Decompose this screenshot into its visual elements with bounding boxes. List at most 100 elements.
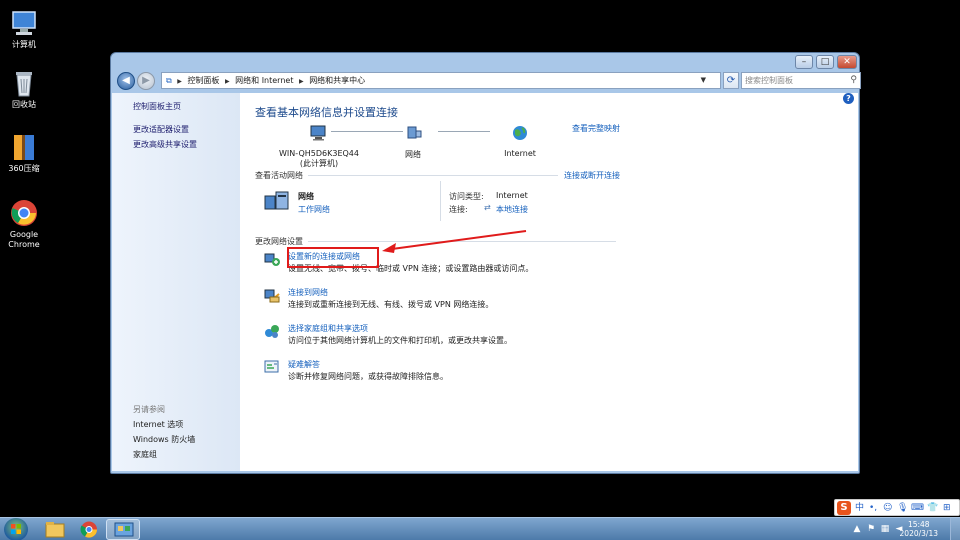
connect-network-icon — [264, 287, 280, 303]
desktop-icon-360zip[interactable]: 360压缩 — [2, 132, 46, 174]
microphone-icon[interactable]: 🎙 — [897, 502, 908, 514]
sidebar-item-control-panel-home[interactable]: 控制面板主页 — [133, 101, 181, 112]
control-panel-icon — [114, 522, 134, 537]
sidebar: 控制面板主页 更改适配器设置 更改高级共享设置 另请参阅 Internet 选项… — [112, 93, 240, 471]
globe-icon — [510, 125, 530, 141]
start-button[interactable] — [4, 518, 28, 540]
chevron-right-icon: ▶ — [224, 78, 230, 85]
map-connector-line — [438, 131, 490, 132]
breadcrumb-network-internet[interactable]: 网络和 Internet — [235, 76, 293, 85]
network-sharing-center-window: – □ ✕ ◀ ▶ ⧉ ▶ 控制面板 ▶ 网络和 Internet ▶ 网络和共… — [110, 52, 861, 474]
tray-arrow-icon[interactable]: ▲ — [852, 524, 862, 534]
ime-punctuation-toggle[interactable]: •, — [869, 502, 877, 514]
computer-sub-label: (此计算机) — [299, 159, 339, 168]
taskbar: ▲ ⚑ ▦ ◄ 15:48 2020/3/13 — [0, 517, 960, 540]
network-status-icon[interactable]: ▦ — [880, 524, 890, 534]
folder-icon — [45, 522, 65, 538]
minimize-button[interactable]: – — [795, 55, 813, 69]
desktop-icon-label: Google Chrome — [8, 230, 40, 249]
desktop: 计算机 回收站 360压缩 Google Chrome – □ ✕ ◀ ▶ ⧉ … — [0, 0, 960, 540]
refresh-icon: ⟳ — [726, 75, 736, 86]
taskbar-explorer[interactable] — [38, 519, 72, 540]
homegroup-icon — [264, 323, 280, 339]
troubleshoot-icon — [264, 359, 280, 375]
search-input[interactable]: 搜索控制面板 ⚲ — [741, 72, 861, 89]
flag-icon[interactable]: ⚑ — [866, 524, 876, 534]
chrome-icon — [80, 521, 98, 538]
computer-icon — [9, 8, 39, 38]
ime-language-toggle[interactable]: 中 — [855, 502, 864, 514]
refresh-button[interactable]: ⟳ — [723, 72, 739, 89]
chrome-icon — [9, 198, 39, 228]
ethernet-icon: ⇄ — [484, 203, 491, 212]
help-icon[interactable]: ? — [843, 93, 854, 104]
new-connection-icon — [264, 251, 280, 267]
desktop-icon-chrome[interactable]: Google Chrome — [2, 198, 46, 250]
sidebar-item-homegroup[interactable]: 家庭组 — [133, 449, 157, 460]
archive-icon — [9, 132, 39, 162]
work-network-icon — [264, 190, 290, 212]
system-clock[interactable]: 15:48 2020/3/13 — [900, 520, 938, 538]
highlight-box — [287, 247, 379, 268]
desktop-icon-label: 360压缩 — [8, 164, 40, 173]
access-type-label: 访问类型: — [449, 192, 484, 201]
taskbar-chrome[interactable] — [72, 519, 106, 540]
navigation-bar: ◀ ▶ ⧉ ▶ 控制面板 ▶ 网络和 Internet ▶ 网络和共享中心 ▼ … — [115, 71, 861, 91]
sidebar-item-adapter-settings[interactable]: 更改适配器设置 — [133, 124, 189, 135]
sidebar-item-internet-options[interactable]: Internet 选项 — [133, 419, 183, 430]
chevron-right-icon: ▶ — [177, 78, 182, 85]
connection-label: 连接: — [449, 205, 468, 214]
forward-button[interactable]: ▶ — [137, 72, 155, 90]
active-networks-heading: 查看活动网络 — [255, 171, 303, 180]
emoji-icon[interactable]: ☺ — [883, 502, 892, 514]
task-title[interactable]: 疑难解答 — [288, 359, 320, 370]
task-description: 连接到或重新连接到无线、有线、拨号或 VPN 网络连接。 — [288, 300, 494, 309]
task-description: 访问位于其他网络计算机上的文件和打印机，或更改共享设置。 — [288, 336, 512, 345]
local-connection-link[interactable]: 本地连接 — [496, 204, 528, 215]
task-homegroup-sharing[interactable]: 选择家庭组和共享选项 访问位于其他网络计算机上的文件和打印机，或更改共享设置。 — [264, 323, 564, 347]
breadcrumb-network-sharing-center[interactable]: 网络和共享中心 — [309, 76, 365, 85]
keyboard-icon[interactable]: ⌨ — [911, 502, 924, 514]
task-title[interactable]: 选择家庭组和共享选项 — [288, 323, 368, 334]
annotation-arrow-icon — [382, 230, 527, 253]
recycle-bin-icon — [9, 68, 39, 98]
search-icon: ⚲ — [850, 75, 857, 85]
address-bar[interactable]: ⧉ ▶ 控制面板 ▶ 网络和 Internet ▶ 网络和共享中心 ▼ — [161, 72, 721, 89]
show-desktop-button[interactable] — [950, 518, 960, 540]
maximize-button[interactable]: □ — [816, 55, 834, 69]
connect-disconnect-link[interactable]: 连接或断开连接 — [564, 170, 620, 181]
chevron-down-icon[interactable]: ▼ — [701, 73, 706, 88]
page-title: 查看基本网络信息并设置连接 — [255, 106, 398, 119]
sidebar-item-advanced-sharing[interactable]: 更改高级共享设置 — [133, 139, 197, 150]
toolbox-icon[interactable]: ⊞ — [943, 502, 951, 514]
desktop-icon-label: 回收站 — [12, 100, 36, 109]
computer-icon — [309, 125, 329, 141]
ime-toolbar: S 中 •, ☺ 🎙 ⌨ 👕 ⊞ — [834, 499, 960, 516]
internet-label: Internet — [504, 149, 536, 158]
task-connect-to-network[interactable]: 连接到网络 连接到或重新连接到无线、有线、拨号或 VPN 网络连接。 — [264, 287, 564, 311]
network-icon — [403, 125, 423, 141]
network-folder-icon: ⧉ — [166, 76, 172, 85]
skin-icon[interactable]: 👕 — [927, 502, 938, 514]
desktop-icon-computer[interactable]: 计算机 — [2, 8, 46, 50]
view-full-map-link[interactable]: 查看完整映射 — [572, 123, 620, 134]
task-troubleshoot[interactable]: 疑难解答 诊断并修复网络问题，或获得故障排除信息。 — [264, 359, 564, 383]
section-divider — [308, 175, 558, 176]
breadcrumb-control-panel[interactable]: 控制面板 — [187, 76, 219, 85]
network-label: 网络 — [405, 150, 421, 159]
main-panel: ? 查看基本网络信息并设置连接 查看完整映射 WIN-QH5D6K3EQ44 (… — [240, 93, 858, 471]
window-content: 控制面板主页 更改适配器设置 更改高级共享设置 另请参阅 Internet 选项… — [112, 93, 858, 471]
search-placeholder: 搜索控制面板 — [745, 76, 793, 85]
network-type-link[interactable]: 工作网络 — [298, 204, 330, 215]
see-also-heading: 另请参阅 — [133, 405, 165, 414]
desktop-icon-label: 计算机 — [12, 40, 36, 49]
desktop-icon-recycle-bin[interactable]: 回收站 — [2, 68, 46, 110]
access-type-value: Internet — [496, 191, 528, 200]
task-description: 诊断并修复网络问题，或获得故障排除信息。 — [288, 372, 448, 381]
task-title[interactable]: 连接到网络 — [288, 287, 328, 298]
sidebar-item-windows-firewall[interactable]: Windows 防火墙 — [133, 434, 195, 445]
sogou-logo-icon[interactable]: S — [837, 501, 851, 515]
close-button[interactable]: ✕ — [837, 55, 857, 69]
taskbar-control-panel-active[interactable] — [106, 519, 140, 540]
back-button[interactable]: ◀ — [117, 72, 135, 90]
